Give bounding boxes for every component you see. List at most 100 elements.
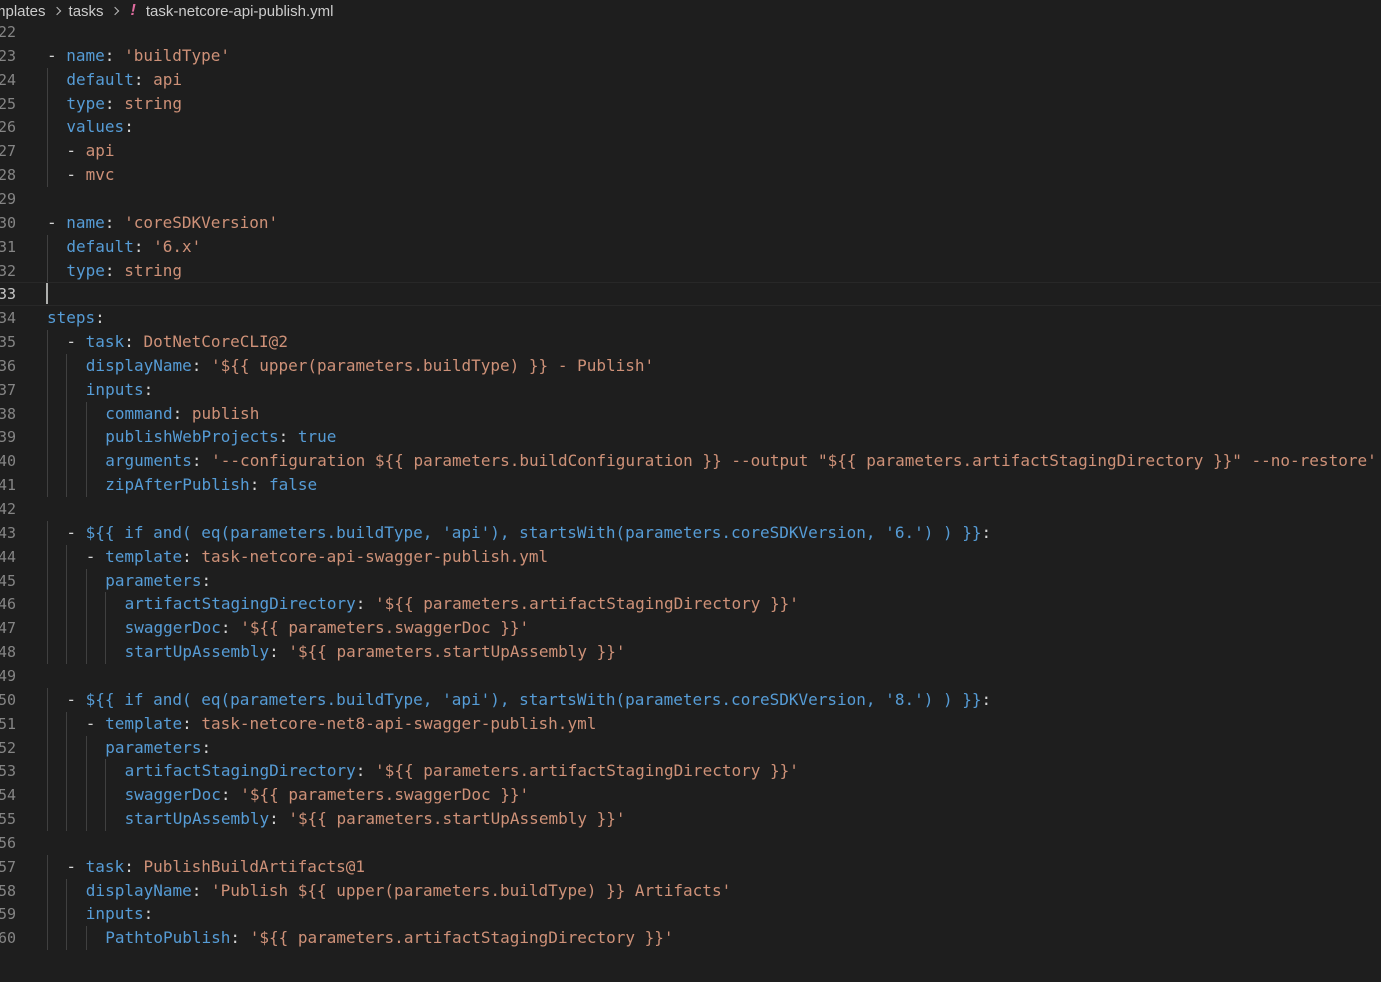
code-line[interactable]: 51 - template: task-netcore-net8-api-swag… bbox=[0, 712, 1381, 736]
yaml-punctuation: - bbox=[66, 522, 86, 542]
breadcrumb-folder-templates[interactable]: mplates bbox=[0, 3, 46, 20]
breadcrumb: mplates tasks ! task-netcore-api-publish… bbox=[0, 0, 1381, 22]
code-line[interactable]: 31 default: '6.x' bbox=[0, 235, 1381, 259]
yaml-punctuation: : bbox=[133, 69, 154, 89]
code-line[interactable]: 35 - task: DotNetCoreCLI@2 bbox=[0, 330, 1381, 354]
yaml-punctuation: - bbox=[66, 856, 86, 876]
yaml-punctuation: : bbox=[104, 260, 125, 280]
code-line[interactable]: 49 bbox=[0, 664, 1381, 688]
code-line[interactable]: 45 parameters: bbox=[0, 569, 1381, 593]
indent-guide bbox=[66, 544, 68, 664]
code-line[interactable]: 44 - template: task-netcore-api-swagger-p… bbox=[0, 545, 1381, 569]
code-line[interactable]: 22 bbox=[0, 20, 1381, 44]
yaml-key: parameters bbox=[105, 737, 202, 757]
yaml-value: '${{ parameters.startUpAssembly }}' bbox=[288, 642, 626, 662]
yaml-punctuation: - bbox=[85, 713, 106, 733]
yaml-punctuation: : bbox=[269, 642, 289, 662]
code-line[interactable]: 58 displayName: 'Publish ${{ upper(parame… bbox=[0, 879, 1381, 903]
code-content: PathtoPublish: '${{ parameters.artifactS… bbox=[105, 926, 673, 950]
yaml-punctuation: : bbox=[201, 570, 212, 590]
code-line[interactable]: 46 artifactStagingDirectory: '${{ paramet… bbox=[0, 592, 1381, 616]
code-line[interactable]: 42 bbox=[0, 497, 1381, 521]
indent-guide bbox=[66, 711, 68, 831]
line-number: 60 bbox=[0, 929, 16, 948]
code-line[interactable]: 37 inputs: bbox=[0, 378, 1381, 402]
yaml-key: publishWebProjects bbox=[105, 427, 279, 447]
breadcrumb-folder-tasks[interactable]: tasks bbox=[69, 3, 104, 20]
code-line[interactable]: 34 steps: bbox=[0, 306, 1381, 330]
yaml-punctuation: : bbox=[220, 618, 241, 638]
code-line[interactable]: 24 default: api bbox=[0, 68, 1381, 92]
yaml-key: zipAfterPublish bbox=[105, 475, 250, 495]
line-number: 54 bbox=[0, 786, 16, 805]
code-content: inputs: bbox=[86, 902, 153, 926]
code-line[interactable]: 27 - api bbox=[0, 139, 1381, 163]
code-line[interactable]: 26 values: bbox=[0, 115, 1381, 139]
yaml-key: name bbox=[66, 45, 105, 65]
code-line[interactable]: 43 - ${{ if and( eq(parameters.buildType,… bbox=[0, 521, 1381, 545]
code-line[interactable]: 48 startUpAssembly: '${{ parameters.start… bbox=[0, 640, 1381, 664]
yaml-punctuation: : bbox=[182, 546, 202, 566]
line-number: 50 bbox=[0, 690, 16, 709]
code-content: parameters: bbox=[105, 569, 211, 593]
code-line[interactable]: 54 swaggerDoc: '${{ parameters.swaggerDoc… bbox=[0, 783, 1381, 807]
code-line[interactable]: 53 artifactStagingDirectory: '${{ paramet… bbox=[0, 759, 1381, 783]
yaml-punctuation: : bbox=[981, 689, 992, 709]
code-content: inputs: bbox=[86, 378, 153, 402]
code-line[interactable]: 59 inputs: bbox=[0, 902, 1381, 926]
code-line[interactable]: 40 arguments: '--configuration ${{ parame… bbox=[0, 449, 1381, 473]
code-line[interactable]: 36 displayName: '${{ upper(parameters.bui… bbox=[0, 354, 1381, 378]
code-line[interactable]: 33 bbox=[0, 282, 1381, 307]
line-number: 23 bbox=[0, 46, 16, 65]
code-line[interactable]: 23 - name: 'buildType' bbox=[0, 44, 1381, 68]
indent-guide bbox=[105, 759, 107, 831]
line-number: 37 bbox=[0, 380, 16, 399]
yaml-value: publish bbox=[191, 403, 260, 423]
code-content: - template: task-netcore-net8-api-swagge… bbox=[86, 712, 597, 736]
yaml-value: 'Publish ${{ upper(parameters.buildType)… bbox=[211, 880, 732, 900]
yaml-key: startUpAssembly bbox=[124, 642, 270, 662]
breadcrumb-file[interactable]: task-netcore-api-publish.yml bbox=[146, 3, 334, 20]
yaml-key: default bbox=[66, 236, 134, 256]
code-line[interactable]: 41 zipAfterPublish: false bbox=[0, 473, 1381, 497]
yaml-file-icon: ! bbox=[130, 2, 136, 19]
yaml-punctuation: : bbox=[124, 856, 144, 876]
line-number: 28 bbox=[0, 166, 16, 185]
yaml-key: true bbox=[297, 427, 337, 447]
yaml-punctuation: : bbox=[172, 403, 192, 423]
code-line[interactable]: 47 swaggerDoc: '${{ parameters.swaggerDoc… bbox=[0, 616, 1381, 640]
code-line[interactable]: 50 - ${{ if and( eq(parameters.buildType,… bbox=[0, 688, 1381, 712]
line-number: 36 bbox=[0, 356, 16, 375]
yaml-value: mvc bbox=[85, 165, 115, 185]
code-line[interactable]: 30 - name: 'coreSDKVersion' bbox=[0, 211, 1381, 235]
yaml-key: default bbox=[66, 69, 134, 89]
code-content: type: string bbox=[66, 259, 182, 283]
line-number: 51 bbox=[0, 714, 16, 733]
line-number: 34 bbox=[0, 309, 16, 328]
yaml-value: task-netcore-net8-api-swagger-publish.ym… bbox=[201, 713, 597, 733]
code-content: swaggerDoc: '${{ parameters.swaggerDoc }… bbox=[125, 783, 530, 807]
yaml-punctuation: : bbox=[104, 93, 125, 113]
yaml-key: values bbox=[66, 117, 125, 137]
code-line[interactable]: 25 type: string bbox=[0, 92, 1381, 116]
code-line[interactable]: 38 command: publish bbox=[0, 402, 1381, 426]
line-number: 58 bbox=[0, 881, 16, 900]
code-line[interactable]: 60 PathtoPublish: '${{ parameters.artifac… bbox=[0, 926, 1381, 950]
indent-guide bbox=[105, 592, 107, 664]
yaml-value: 'buildType' bbox=[124, 45, 231, 65]
yaml-key: type bbox=[66, 260, 105, 280]
code-content: publishWebProjects: true bbox=[105, 425, 336, 449]
code-line[interactable]: 55 startUpAssembly: '${{ parameters.start… bbox=[0, 807, 1381, 831]
code-editor[interactable]: 22 23 - name: 'buildType' 24 default: api 25 t… bbox=[0, 20, 1381, 982]
code-line[interactable]: 28 - mvc bbox=[0, 163, 1381, 187]
code-content: - name: 'coreSDKVersion' bbox=[47, 211, 278, 235]
line-number: 41 bbox=[0, 476, 16, 495]
code-line[interactable]: 56 bbox=[0, 831, 1381, 855]
code-line[interactable]: 57 - task: PublishBuildArtifacts@1 bbox=[0, 855, 1381, 879]
code-line[interactable]: 39 publishWebProjects: true bbox=[0, 425, 1381, 449]
line-number: 27 bbox=[0, 142, 16, 161]
line-number: 35 bbox=[0, 333, 16, 352]
code-line[interactable]: 32 type: string bbox=[0, 259, 1381, 283]
code-line[interactable]: 52 parameters: bbox=[0, 736, 1381, 760]
code-line[interactable]: 29 bbox=[0, 187, 1381, 211]
